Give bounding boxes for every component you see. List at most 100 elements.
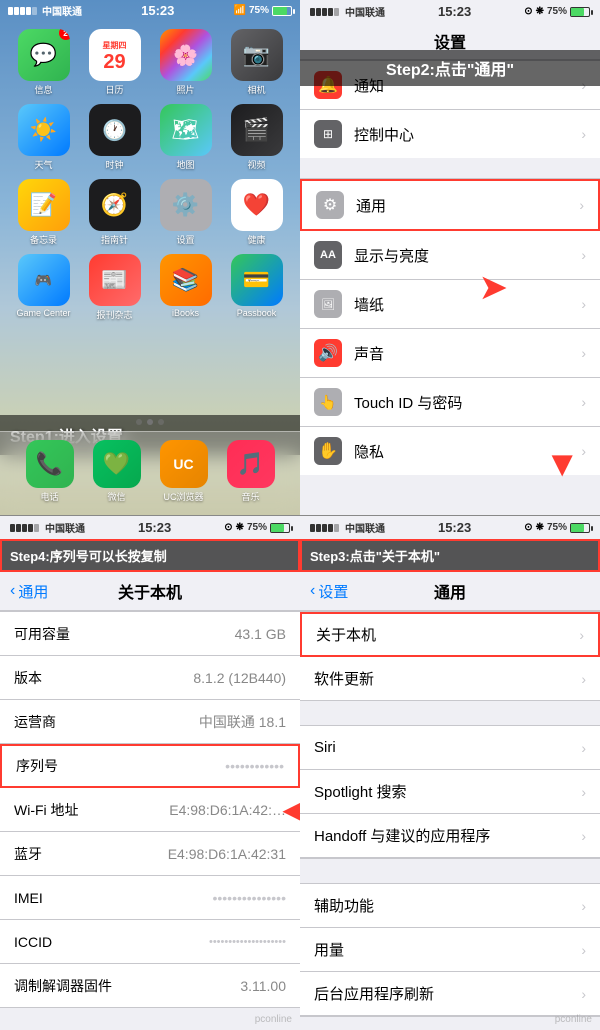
q2-status-bar: 中国联通 15:23 ⊙ ❋ 75%	[300, 0, 600, 23]
app-clock[interactable]: 🕐 时钟	[83, 104, 146, 171]
app-health[interactable]: ❤️ 健康	[225, 179, 288, 246]
signal-icon	[8, 7, 37, 15]
carrier-name-label: 运营商	[14, 712, 199, 732]
q2-battery-icon	[570, 7, 590, 17]
q3-row-version: 版本 8.1.2 (12B440)	[0, 656, 300, 700]
app-newspaper-label: 报刊杂志	[96, 308, 132, 321]
sound-label: 声音	[354, 343, 581, 364]
settings-row-control[interactable]: ⊞ 控制中心 ›	[300, 110, 600, 158]
touchid-chevron: ›	[581, 394, 586, 410]
dock-uc[interactable]: UC UC浏览器	[160, 440, 208, 503]
q4-row-spotlight[interactable]: Spotlight 搜索 ›	[300, 770, 600, 814]
app-calendar[interactable]: 星期四 29 日历	[83, 29, 146, 96]
notes-icon: 📝	[30, 192, 57, 218]
version-label: 版本	[14, 668, 193, 688]
app-settings[interactable]: ⚙️ 设置	[154, 179, 217, 246]
q3-back-button[interactable]: ‹ 通用	[10, 581, 48, 602]
ibooks-icon: 📚	[172, 267, 199, 293]
app-ibooks-label: iBooks	[172, 308, 199, 318]
settings-row-sound[interactable]: 🔊 声音 ›	[300, 329, 600, 378]
app-weather[interactable]: ☀️ 天气	[12, 104, 75, 171]
q3-row-carrier: 运营商 中国联通 18.1	[0, 700, 300, 744]
q4-status-left: 中国联通	[310, 520, 385, 535]
q3-time: 15:23	[138, 520, 171, 535]
app-photos[interactable]: 🌸 照片	[154, 29, 217, 96]
q3-row-imei: IMEI •••••••••••••••	[0, 876, 300, 920]
app-calendar-label: 日历	[105, 83, 123, 96]
q4-signal-icon	[310, 524, 339, 532]
usage-label: 用量	[314, 939, 581, 960]
app-maps-label: 地图	[176, 158, 194, 171]
app-gamecenter[interactable]: 🎮 Game Center	[12, 254, 75, 321]
battery-pct-label: 75%	[249, 5, 269, 16]
q4-row-handoff[interactable]: Handoff 与建议的应用程序 ›	[300, 814, 600, 858]
q1-time: 15:23	[141, 3, 174, 18]
touchid-label: Touch ID 与密码	[354, 392, 581, 413]
dock-phone[interactable]: 📞 电话	[26, 440, 74, 503]
serial-label: 序列号	[16, 756, 225, 776]
q4-row-about[interactable]: 关于本机 ›	[300, 612, 600, 657]
app-videos[interactable]: 🎬 视频	[225, 104, 288, 171]
wifi-icon: 📶	[234, 5, 246, 16]
q4-section-2: Siri › Spotlight 搜索 › Handoff 与建议的应用程序 ›	[300, 725, 600, 859]
watermark: pconline	[255, 1014, 292, 1025]
q4-row-software-update[interactable]: 软件更新 ›	[300, 657, 600, 701]
settings-row-touchid[interactable]: 👆 Touch ID 与密码 ›	[300, 378, 600, 427]
q4-battery-icon	[570, 523, 590, 533]
messages-badge: 2	[59, 29, 70, 40]
q4-section-3: 辅助功能 › 用量 › 后台应用程序刷新 ›	[300, 883, 600, 1017]
health-icon: ❤️	[243, 192, 270, 218]
accessibility-chevron: ›	[581, 898, 586, 914]
q2-status-left: 中国联通	[310, 4, 385, 19]
q3-status-left: 中国联通	[10, 520, 85, 535]
settings-gap-1	[300, 158, 600, 178]
settings-row-general[interactable]: ⚙ 通用 ›	[300, 179, 600, 231]
q4-row-background-refresh[interactable]: 后台应用程序刷新 ›	[300, 972, 600, 1016]
q3-wifi-icon: ⊙	[224, 522, 232, 533]
app-grid: 💬 2 信息 星期四 29 日历 🌸 照片 📷 相机	[0, 21, 300, 329]
q4-status-bar: 中国联通 15:23 ⊙ ❋ 75%	[300, 516, 600, 539]
q2-status-right: ⊙ ❋ 75%	[524, 6, 590, 17]
app-passbook[interactable]: 💳 Passbook	[225, 254, 288, 321]
settings-row-display[interactable]: AA 显示与亮度 ›	[300, 231, 600, 280]
phone-icon: 📞	[36, 451, 63, 477]
q4-row-siri[interactable]: Siri ›	[300, 726, 600, 770]
sound-icon: 🔊	[314, 339, 342, 367]
app-ibooks[interactable]: 📚 iBooks	[154, 254, 217, 321]
q3-row-serial[interactable]: 序列号 ••••••••••••	[0, 744, 300, 788]
privacy-icon: ✋	[314, 437, 342, 465]
q3-info-section: 可用容量 43.1 GB 版本 8.1.2 (12B440) 运营商 中国联通 …	[0, 611, 300, 1008]
imei-value: •••••••••••••••	[212, 890, 286, 906]
q3-row-bluetooth: 蓝牙 E4:98:D6:1A:42:31	[0, 832, 300, 876]
q4-row-usage[interactable]: 用量 ›	[300, 928, 600, 972]
step4-overlay: Step4:序列号可以长按复制	[0, 539, 300, 572]
dock-music[interactable]: 🎵 音乐	[227, 440, 275, 503]
q2-down-arrow: ▼	[544, 443, 580, 485]
q4-back-button[interactable]: ‹ 设置	[310, 581, 348, 602]
messages-icon: 💬	[30, 42, 57, 68]
app-notes[interactable]: 📝 备忘录	[12, 179, 75, 246]
app-newspaper[interactable]: 📰 报刊杂志	[83, 254, 146, 321]
q2-carrier-label: 中国联通	[345, 4, 385, 19]
calendar-month-label: 星期四	[103, 37, 127, 51]
uc-icon: UC	[173, 456, 193, 472]
dock-phone-label: 电话	[40, 490, 58, 503]
q4-wifi-icon: ⊙	[524, 522, 532, 533]
dock: 📞 电话 💚 微信 UC UC浏览器 🎵 音乐	[0, 431, 300, 515]
app-compass[interactable]: 🧭 指南针	[83, 179, 146, 246]
dock-wechat[interactable]: 💚 微信	[93, 440, 141, 503]
q3-status-bar: 中国联通 15:23 ⊙ ❋ 75%	[0, 516, 300, 539]
app-camera[interactable]: 📷 相机	[225, 29, 288, 96]
app-messages[interactable]: 💬 2 信息	[12, 29, 75, 96]
app-photos-label: 照片	[176, 83, 194, 96]
q3-status-right: ⊙ ❋ 75%	[224, 522, 290, 533]
q4-row-accessibility[interactable]: 辅助功能 ›	[300, 884, 600, 928]
usage-chevron: ›	[581, 942, 586, 958]
wallpaper-label: 墙纸	[354, 294, 581, 315]
app-maps[interactable]: 🗺 地图	[154, 104, 217, 171]
settings-row-wallpaper[interactable]: 🖼 墙纸 ›	[300, 280, 600, 329]
left-arrow-icon: ◀	[283, 794, 300, 825]
general-chevron: ›	[579, 197, 584, 213]
background-refresh-label: 后台应用程序刷新	[314, 983, 581, 1004]
general-label: 通用	[356, 195, 579, 216]
